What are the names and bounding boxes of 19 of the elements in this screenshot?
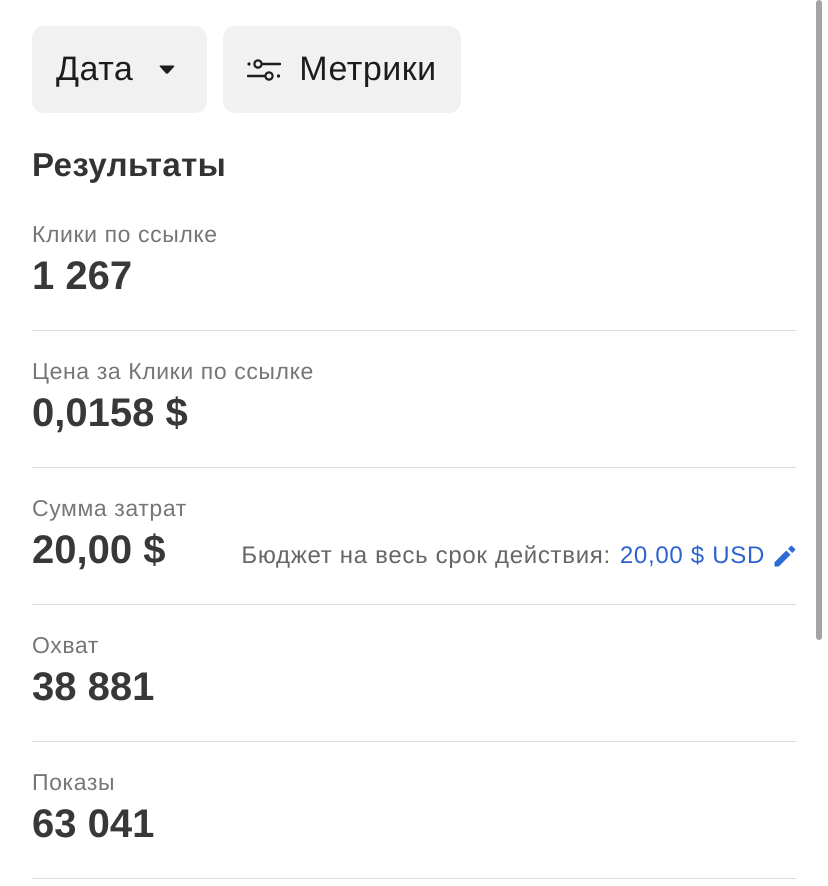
metric-value: 0,0158 $ — [32, 390, 188, 437]
pencil-icon[interactable] — [774, 545, 796, 567]
budget-link[interactable]: 20,00 $ USD — [620, 542, 765, 570]
metric-value: 38 881 — [32, 664, 154, 711]
metric-value: 1 267 — [32, 253, 132, 300]
metric-label: Показы — [32, 768, 116, 796]
metrics-button[interactable]: Метрики — [223, 26, 461, 113]
caret-icon — [159, 65, 176, 74]
date-dropdown-button[interactable]: Дата — [32, 26, 208, 113]
budget-label: Бюджет на весь срок действия: — [241, 542, 611, 570]
metric-label: Охват — [32, 631, 100, 659]
scrollbar-thumb[interactable] — [816, 0, 822, 640]
sliders-icon — [247, 58, 282, 80]
metric-value: 63 041 — [32, 801, 154, 848]
metric-label: Цена за Клики по ссылке — [32, 357, 315, 385]
section-title: Результаты — [32, 147, 228, 183]
metric-label: Сумма затрат — [32, 494, 188, 522]
metric-label: Клики по ссылке — [32, 220, 219, 248]
metric-value: 20,00 $ — [32, 527, 166, 574]
